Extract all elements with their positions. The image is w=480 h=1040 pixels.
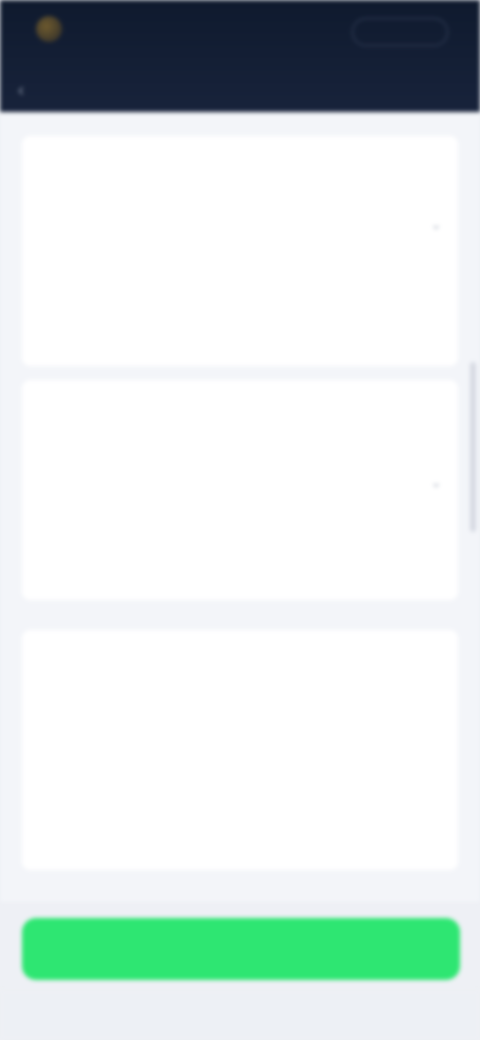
faq-item[interactable] xyxy=(22,380,458,600)
faq-item[interactable] xyxy=(22,136,458,366)
scrollbar[interactable] xyxy=(470,362,476,532)
brand-logo[interactable] xyxy=(36,14,136,44)
faq-item[interactable] xyxy=(22,630,458,870)
primary-cta-button[interactable] xyxy=(22,918,460,980)
chevron-left-icon[interactable]: ‹ xyxy=(18,80,38,100)
bottom-bar xyxy=(0,990,480,1040)
chevron-down-icon[interactable]: ⌄ xyxy=(430,474,442,491)
login-button[interactable] xyxy=(352,18,448,46)
logo-icon xyxy=(36,16,62,42)
chevron-down-icon[interactable]: ⌄ xyxy=(430,216,442,233)
app-header: ‹ xyxy=(0,0,480,112)
